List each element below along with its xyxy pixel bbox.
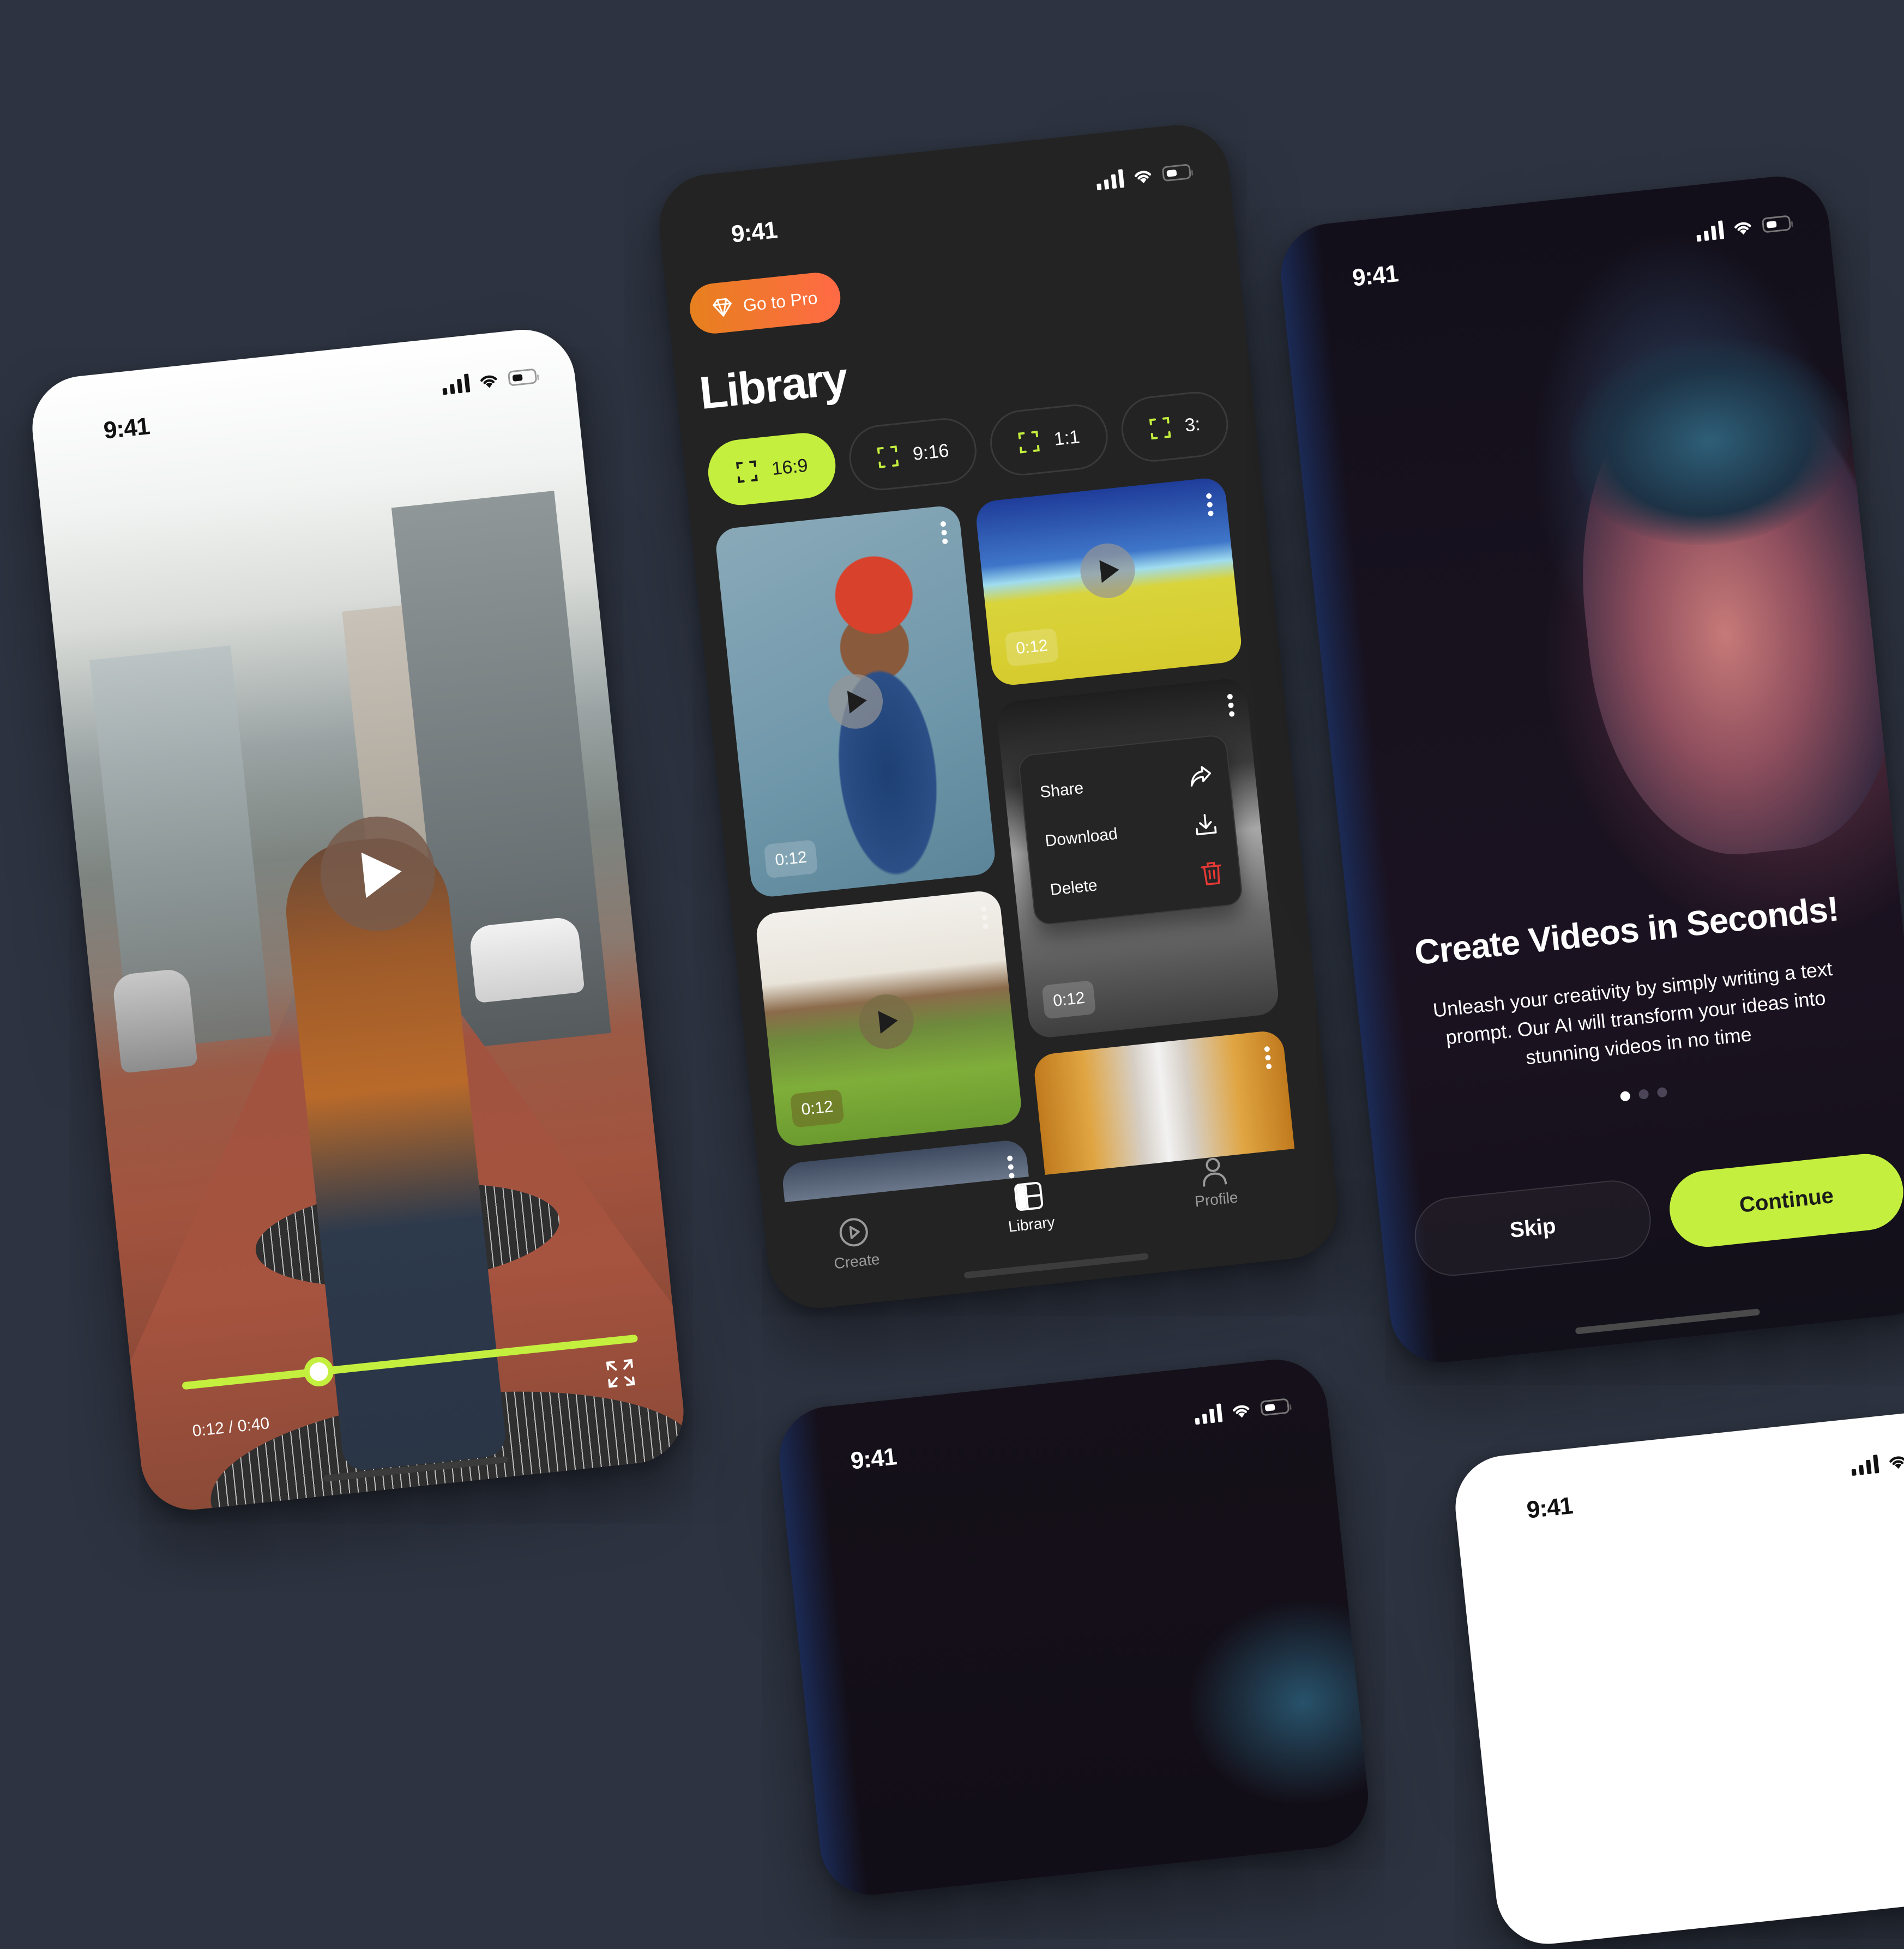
- play-circle-icon: [839, 1218, 868, 1247]
- home-indicator: [1575, 1308, 1761, 1335]
- page-dot[interactable]: [1656, 1087, 1668, 1098]
- menu-item-share[interactable]: Share: [1038, 758, 1214, 809]
- status-time: 9:41: [849, 1443, 898, 1475]
- chip-3-4[interactable]: 3:: [1118, 388, 1232, 465]
- chip-label: 1:1: [1053, 426, 1081, 450]
- battery-icon: [1161, 164, 1192, 182]
- signal-icon: [1850, 1455, 1879, 1476]
- skip-button[interactable]: Skip: [1411, 1176, 1655, 1280]
- status-time: 9:41: [1525, 1492, 1574, 1524]
- play-button[interactable]: [856, 992, 917, 1052]
- tab-profile[interactable]: Profile: [1190, 1155, 1239, 1211]
- fullscreen-icon[interactable]: [604, 1356, 637, 1390]
- battery-icon: [1260, 1398, 1290, 1416]
- status-time: 9:41: [102, 413, 151, 444]
- partial-dark-phone: 9:41: [774, 1354, 1373, 1900]
- go-to-pro-label: Go to Pro: [742, 287, 818, 315]
- video-duration: 0:12: [1004, 627, 1059, 667]
- status-bar: 9:41: [1450, 1403, 1904, 1542]
- user-icon: [1202, 1157, 1227, 1187]
- library-phone: 9:41 Go to Pro Library 16:9 9:16 1:1 3:: [654, 120, 1343, 1313]
- more-options-icon[interactable]: [1206, 493, 1214, 517]
- wifi-icon: [1233, 1405, 1250, 1418]
- page-dot[interactable]: [1638, 1089, 1649, 1100]
- battery-icon: [507, 368, 538, 387]
- aspect-frame-icon: [1018, 431, 1040, 454]
- video-player-phone: 9:41 0:12 / 0:40: [27, 324, 689, 1515]
- wifi-icon: [1134, 171, 1152, 184]
- status-bar: 9:41: [1276, 171, 1832, 310]
- context-menu: Share Download Delete: [1017, 734, 1244, 926]
- tab-label: Profile: [1194, 1188, 1239, 1210]
- status-bar: 9:41: [774, 1354, 1330, 1493]
- menu-item-label: Delete: [1049, 876, 1099, 900]
- play-icon: [847, 689, 869, 714]
- signal-icon: [441, 373, 471, 395]
- status-bar: 9:41: [654, 120, 1232, 261]
- menu-item-download[interactable]: Download: [1044, 807, 1220, 858]
- more-options-icon[interactable]: [940, 521, 948, 545]
- chip-label: 16:9: [770, 455, 809, 479]
- video-card[interactable]: 0:12: [714, 504, 997, 899]
- more-options-icon[interactable]: [1227, 693, 1235, 717]
- aspect-frame-icon: [1149, 417, 1171, 440]
- signal-icon: [1194, 1403, 1223, 1425]
- download-icon: [1196, 814, 1217, 836]
- video-duration: 0:12: [1041, 980, 1096, 1019]
- battery-icon: [1761, 215, 1792, 233]
- play-icon: [1099, 558, 1120, 583]
- signal-icon: [1695, 220, 1725, 242]
- menu-item-label: Share: [1039, 779, 1084, 802]
- play-icon: [361, 848, 405, 898]
- page-dot-active[interactable]: [1619, 1090, 1631, 1102]
- signal-icon: [1095, 169, 1125, 191]
- chip-16-9[interactable]: 16:9: [704, 430, 839, 509]
- library-grid-icon: [1014, 1181, 1043, 1211]
- video-card[interactable]: 0:12 Share Download Delete: [995, 677, 1281, 1040]
- video-card[interactable]: 0:12: [754, 889, 1023, 1148]
- video-duration: 0:12: [790, 1089, 845, 1128]
- aspect-frame-icon: [877, 445, 899, 468]
- partial-light-phone: 9:41: [1450, 1403, 1904, 1949]
- play-button[interactable]: [826, 671, 885, 732]
- video-card[interactable]: 0:12: [974, 476, 1244, 687]
- trash-icon: [1201, 861, 1221, 885]
- menu-item-label: Download: [1044, 824, 1119, 850]
- chip-label: 9:16: [912, 439, 950, 464]
- menu-item-delete[interactable]: Delete: [1049, 856, 1225, 907]
- tab-library[interactable]: Library: [1004, 1180, 1056, 1235]
- page-indicator: [1619, 1087, 1668, 1102]
- chip-9-16[interactable]: 9:16: [846, 415, 980, 494]
- status-bar: 9:41: [27, 324, 578, 463]
- chip-label: 3:: [1184, 413, 1202, 436]
- status-time: 9:41: [730, 216, 779, 248]
- play-icon: [878, 1009, 899, 1034]
- car: [468, 916, 585, 1004]
- share-icon: [1190, 766, 1212, 787]
- onboarding-phone: 9:41 Create Videos in Seconds! Unleash y…: [1276, 171, 1904, 1368]
- wifi-icon: [480, 375, 497, 388]
- more-options-icon[interactable]: [980, 906, 989, 930]
- onboarding-description: Unleash your creativity by simply writin…: [1432, 957, 1834, 1069]
- car: [111, 968, 198, 1073]
- video-duration: 0:12: [763, 839, 818, 879]
- chip-1-1[interactable]: 1:1: [987, 401, 1111, 479]
- tab-create[interactable]: Create: [829, 1215, 881, 1272]
- wifi-icon: [1734, 222, 1751, 235]
- page-title: Library: [697, 352, 849, 419]
- tab-label: Create: [833, 1250, 881, 1272]
- more-options-icon[interactable]: [1264, 1046, 1272, 1070]
- go-to-pro-button[interactable]: Go to Pro: [687, 270, 843, 336]
- diamond-icon: [713, 298, 732, 317]
- play-button[interactable]: [1077, 541, 1138, 601]
- aspect-frame-icon: [736, 460, 758, 483]
- tab-label: Library: [1007, 1213, 1056, 1235]
- more-options-icon[interactable]: [1007, 1155, 1015, 1179]
- wifi-icon: [1889, 1456, 1904, 1469]
- status-time: 9:41: [1351, 260, 1400, 292]
- continue-button[interactable]: Continue: [1666, 1150, 1904, 1251]
